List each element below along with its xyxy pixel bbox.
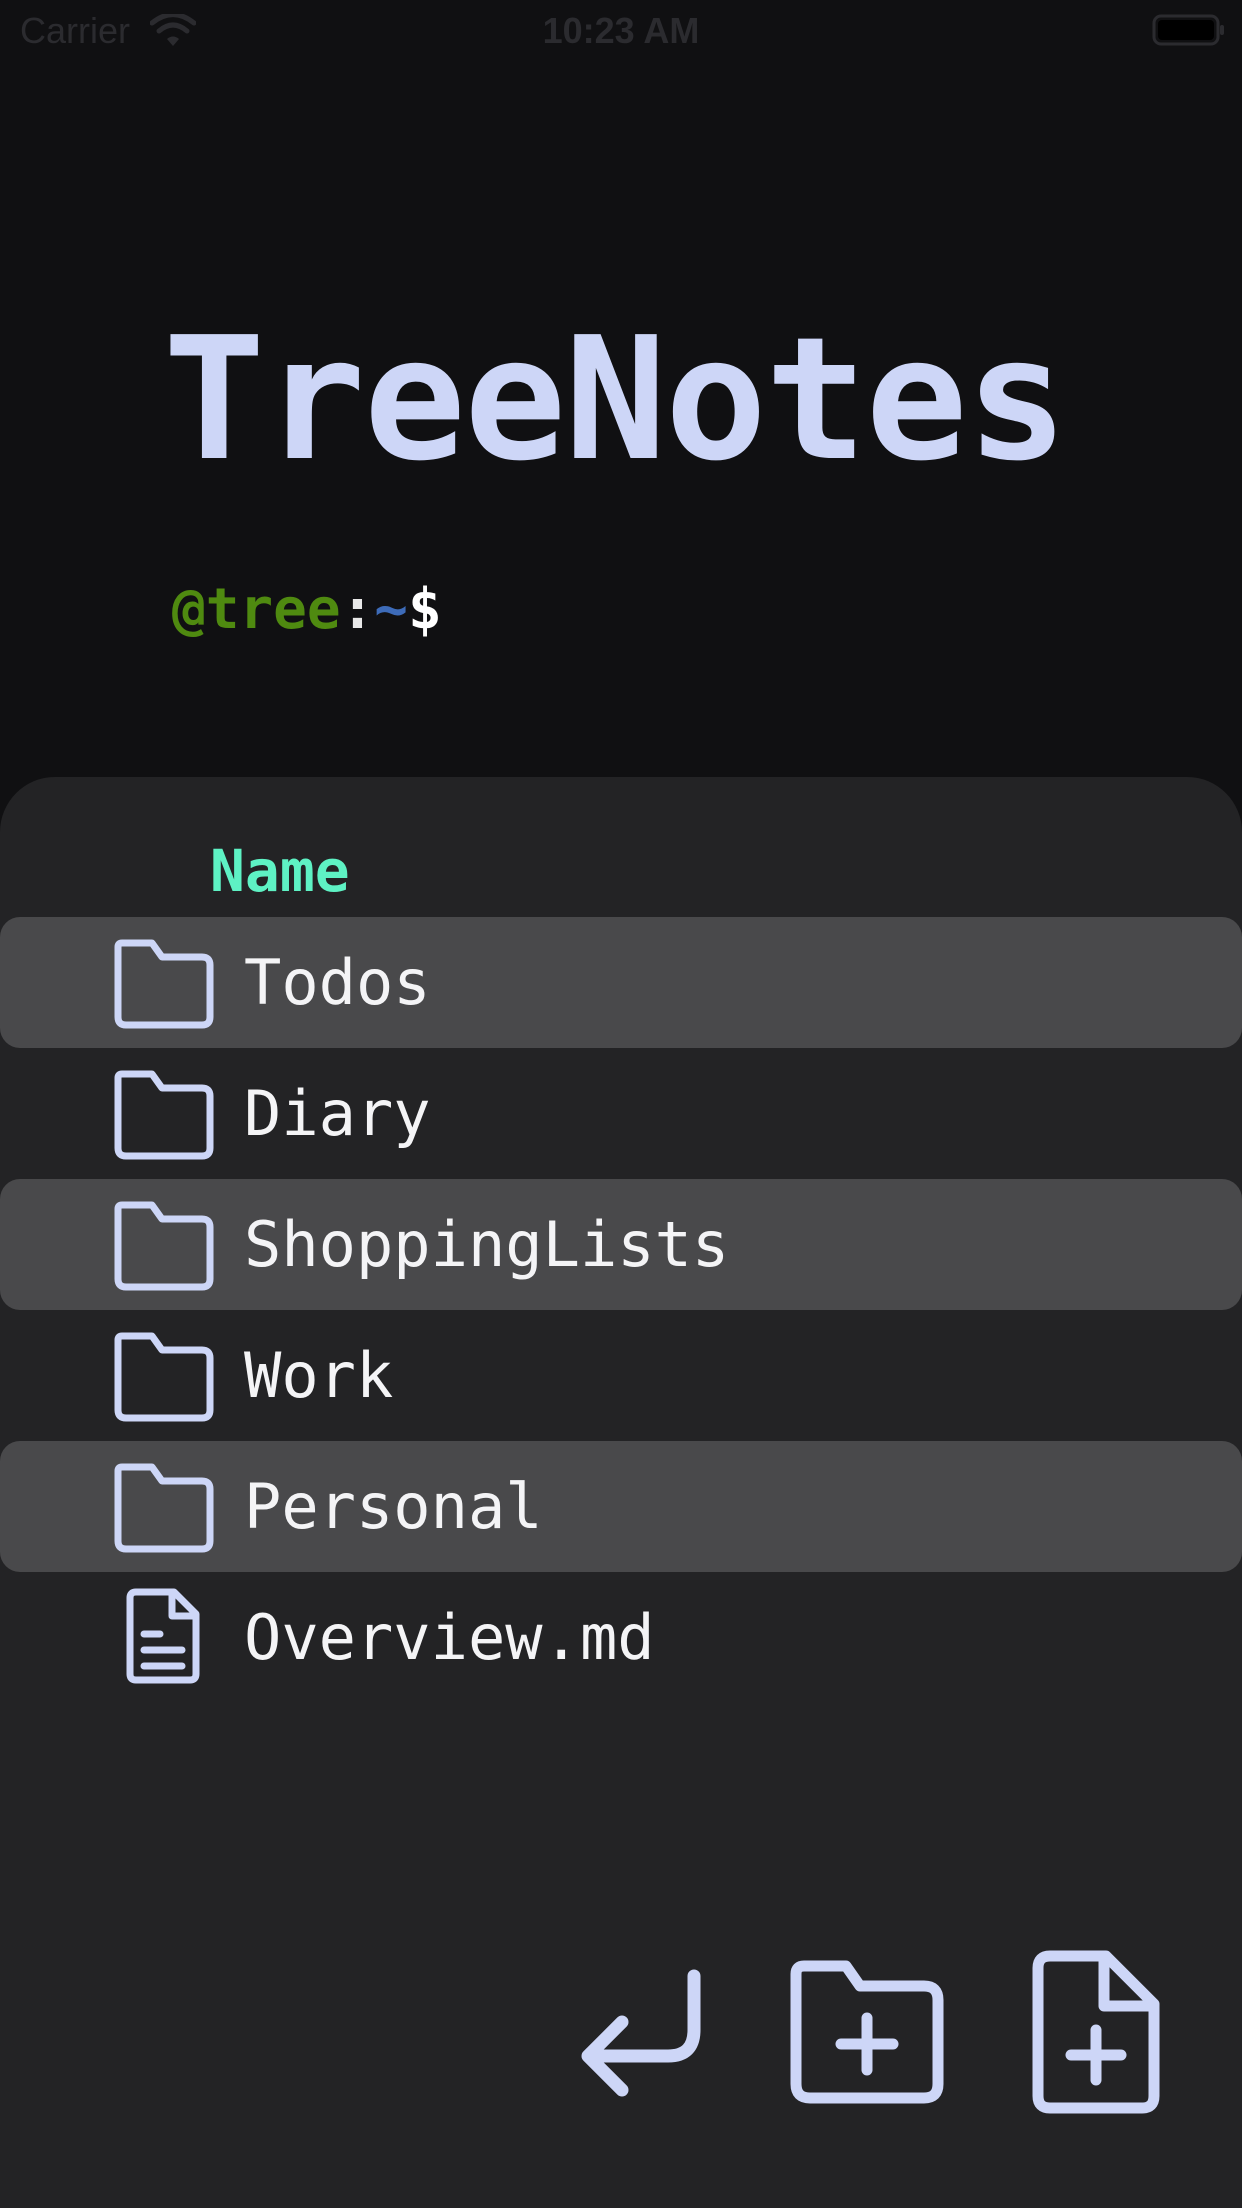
return-icon <box>581 1969 701 2097</box>
item-label: Todos <box>244 946 431 1019</box>
file-list: Todos Diary ShoppingLists Work Personal <box>0 917 1242 1703</box>
list-item-overview[interactable]: Overview.md <box>0 1572 1242 1703</box>
item-label: Personal <box>244 1470 543 1543</box>
prompt-colon: : <box>340 577 375 642</box>
prompt-user: @tree <box>172 577 341 642</box>
item-label: Diary <box>244 1077 431 1150</box>
column-header-name: Name <box>210 837 350 905</box>
folder-icon <box>114 1201 214 1291</box>
folder-icon <box>114 1463 214 1553</box>
status-bar: Carrier 10:23 AM <box>0 0 1242 60</box>
new-folder-icon <box>790 1960 944 2104</box>
new-file-button[interactable] <box>1030 1950 1162 2115</box>
shell-prompt: @tree:~$ <box>172 575 442 645</box>
prompt-symbol: $ <box>408 577 442 642</box>
folder-icon <box>114 1332 214 1422</box>
list-item-shoppinglists[interactable]: ShoppingLists <box>0 1179 1242 1310</box>
prompt-path: ~ <box>374 577 409 642</box>
list-item-todos[interactable]: Todos <box>0 917 1242 1048</box>
item-label: Work <box>244 1339 394 1412</box>
new-file-icon <box>1032 1950 1160 2114</box>
file-text-icon <box>126 1588 200 1684</box>
list-item-diary[interactable]: Diary <box>0 1048 1242 1179</box>
item-label: ShoppingLists <box>244 1208 730 1281</box>
back-button[interactable] <box>570 1960 710 2100</box>
new-folder-button[interactable] <box>788 1958 948 2106</box>
battery-icon <box>1152 14 1224 46</box>
list-item-work[interactable]: Work <box>0 1310 1242 1441</box>
status-time: 10:23 AM <box>542 10 700 51</box>
app-title: TreeNotes <box>163 301 1068 499</box>
folder-icon <box>114 939 214 1029</box>
folder-icon <box>114 1070 214 1160</box>
list-item-personal[interactable]: Personal <box>0 1441 1242 1572</box>
item-label: Overview.md <box>244 1601 655 1674</box>
